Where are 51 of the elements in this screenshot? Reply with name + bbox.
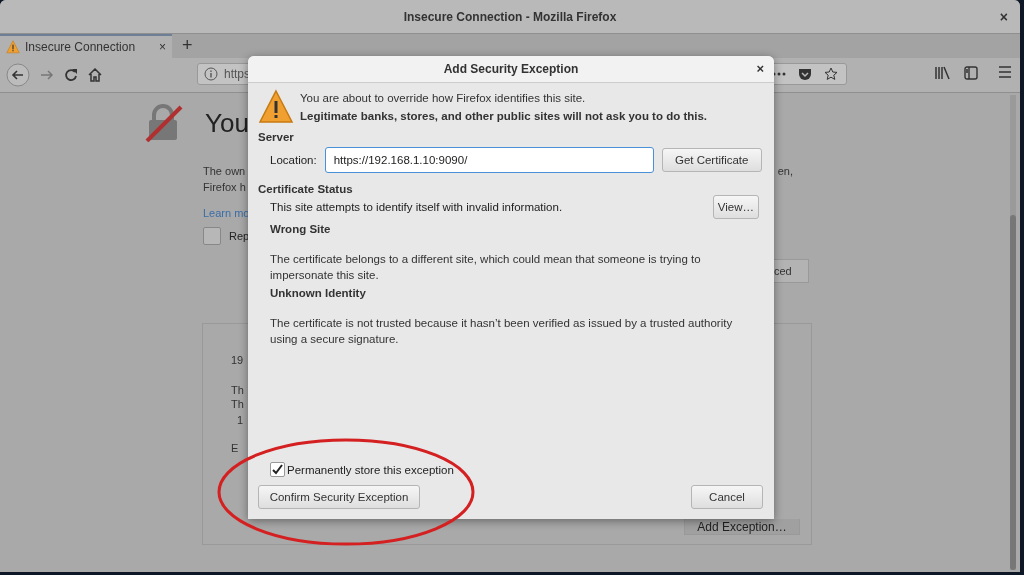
cancel-button[interactable]: Cancel (691, 485, 763, 509)
warning-text: You are about to override how Firefox identifies this site. (300, 92, 587, 104)
report-checkbox[interactable] (203, 227, 221, 245)
tab-close-button[interactable]: × (159, 40, 166, 54)
library-icon[interactable] (934, 66, 950, 80)
checkbox-label: Permanently store this exception (287, 463, 454, 476)
scrollbar[interactable] (1010, 95, 1016, 570)
problem-heading: Unknown Identity (270, 287, 367, 299)
permanent-checkbox[interactable] (270, 462, 285, 477)
status-text: This site attempts to identify itself with invalid information. (270, 201, 563, 213)
problem-heading: Wrong Site (270, 223, 332, 235)
reload-icon[interactable] (64, 68, 78, 82)
section-heading: Server (258, 131, 295, 143)
add-exception-button[interactable]: Add Exception… (684, 519, 800, 535)
error-text: E (231, 442, 240, 454)
error-text: Th (231, 398, 245, 410)
menu-icon[interactable] (998, 66, 1012, 78)
advanced-button[interactable]: ced (774, 259, 809, 283)
warning-icon (6, 40, 20, 54)
page-heading: You (205, 107, 249, 139)
field-label: Location: (270, 154, 317, 166)
star-icon[interactable] (824, 67, 838, 81)
page-text: The own (203, 164, 246, 179)
sidebar-icon[interactable] (964, 66, 978, 80)
problem-text: The certificate is not trusted because it hasn’t been verified as issued by a trusted authority using a secure signature. (270, 316, 734, 347)
confirm-button[interactable]: Confirm Security Exception (258, 485, 420, 509)
pocket-icon[interactable] (798, 67, 812, 81)
info-icon[interactable] (204, 67, 218, 81)
broken-lock-icon (145, 104, 183, 142)
close-button[interactable]: × (756, 61, 764, 76)
new-tab-button[interactable]: + (172, 34, 203, 58)
home-icon[interactable] (88, 68, 102, 82)
warning-text: Legitimate banks, stores, and other public sites will not ask you to do this. (300, 110, 708, 122)
window-title: Insecure Connection - Mozilla Firefox (403, 9, 617, 24)
error-text: Th (231, 384, 245, 396)
browser-tab[interactable]: Insecure Connection × (0, 34, 172, 58)
location-field[interactable]: https://192.168.1.10:9090/ (324, 147, 654, 173)
close-button[interactable]: × (999, 9, 1008, 25)
page-text: Firefox h (203, 180, 246, 195)
checkbox-label: Rep (229, 230, 250, 242)
url-text: https (224, 67, 250, 81)
view-button[interactable]: View… (712, 195, 759, 219)
page-text: en, (777, 164, 793, 179)
warning-icon (258, 89, 294, 125)
get-certificate-button[interactable]: Get Certificate (661, 148, 762, 172)
error-text: 19 (231, 354, 245, 366)
error-text: 1 (237, 414, 245, 426)
back-icon[interactable] (6, 63, 30, 87)
section-heading: Certificate Status (258, 183, 354, 195)
problem-text: The certificate belongs to a different site, which could mean that someone is trying to impersonate this site. (270, 252, 702, 283)
dialog-title: Add Security Exception (443, 62, 579, 76)
